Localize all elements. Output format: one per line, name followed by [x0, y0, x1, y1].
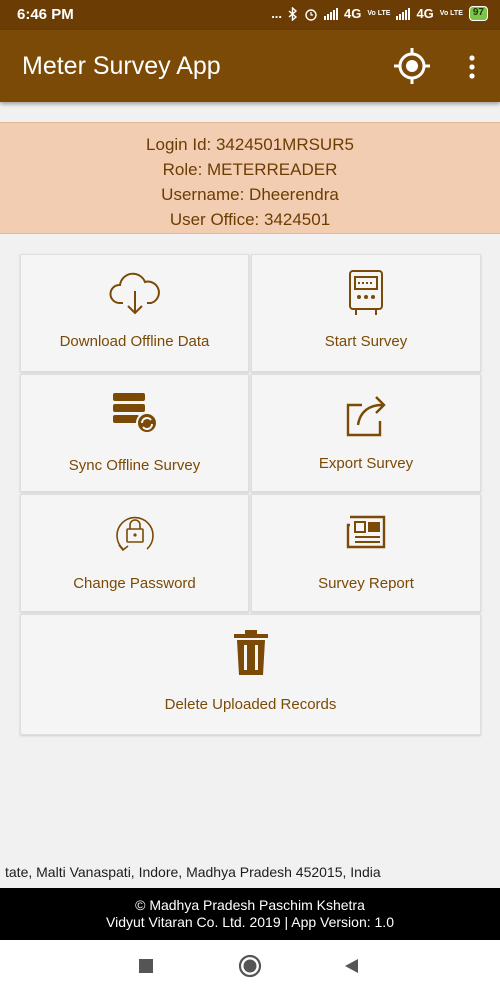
volte-badge-2: Vo LTE — [439, 10, 463, 17]
login-info-card: Login Id: 3424501MRSUR5 Role: METERREADE… — [0, 122, 500, 234]
lock-reset-icon — [115, 516, 154, 552]
status-bar: 6:46 PM ... 4G Vo LTE 4G Vo LTE 97 — [0, 0, 500, 30]
export-survey-label: Export Survey — [318, 455, 414, 472]
alarm-icon — [305, 8, 317, 21]
signal-icon-1 — [324, 7, 339, 20]
crosshair-locate-icon[interactable] — [392, 46, 432, 86]
location-address: tate, Malti Vanaspati, Indore, Madhya Pr… — [5, 864, 381, 880]
electric-meter-icon — [349, 270, 383, 315]
delete-uploaded-records-button[interactable]: Delete Uploaded Records — [20, 614, 481, 735]
server-sync-icon — [112, 393, 158, 434]
sync-offline-survey-label: Sync Offline Survey — [68, 457, 201, 474]
footer: © Madhya Pradesh Paschim Kshetra Vidyut … — [0, 888, 500, 940]
download-offline-data-label: Download Offline Data — [59, 333, 210, 350]
sync-offline-survey-button[interactable]: Sync Offline Survey — [20, 374, 249, 492]
role: Role: METERREADER — [162, 160, 338, 179]
signal-icon-2 — [396, 7, 411, 20]
network-type-1: 4G — [344, 6, 362, 21]
volte-badge-1: Vo LTE — [367, 10, 391, 17]
recent-apps-icon[interactable] — [138, 958, 154, 974]
start-survey-button[interactable]: Start Survey — [251, 254, 481, 372]
bluetooth-icon — [288, 6, 298, 21]
download-offline-data-button[interactable]: Download Offline Data — [20, 254, 249, 372]
user-office: User Office: 3424501 — [169, 210, 331, 229]
more-vert-icon[interactable] — [462, 52, 482, 82]
notification-dots: ... — [271, 6, 283, 21]
start-survey-label: Start Survey — [324, 333, 408, 350]
survey-report-button[interactable]: Survey Report — [251, 494, 481, 612]
login-id: Login Id: 3424501MRSUR5 — [146, 135, 354, 154]
app-bar: Meter Survey App — [0, 30, 500, 102]
footer-version: Vidyut Vitaran Co. Ltd. 2019 | App Versi… — [106, 914, 394, 930]
trash-icon — [233, 630, 268, 675]
app-title: Meter Survey App — [22, 52, 221, 80]
export-survey-button[interactable]: Export Survey — [251, 374, 481, 492]
username: Username: Dheerendra — [161, 185, 339, 204]
footer-copyright: © Madhya Pradesh Paschim Kshetra — [135, 897, 365, 913]
system-nav-bar — [0, 940, 500, 1000]
back-icon[interactable] — [343, 958, 359, 974]
share-export-icon — [346, 396, 386, 437]
status-time: 6:46 PM — [17, 6, 74, 23]
survey-report-label: Survey Report — [318, 575, 414, 592]
battery-icon: 97 — [468, 6, 488, 21]
change-password-button[interactable]: Change Password — [20, 494, 249, 612]
newspaper-report-icon — [346, 515, 386, 549]
change-password-label: Change Password — [73, 575, 196, 592]
delete-uploaded-records-label: Delete Uploaded Records — [164, 696, 337, 713]
network-type-2: 4G — [416, 6, 434, 21]
cloud-download-icon — [109, 272, 160, 315]
home-icon[interactable] — [238, 954, 262, 978]
